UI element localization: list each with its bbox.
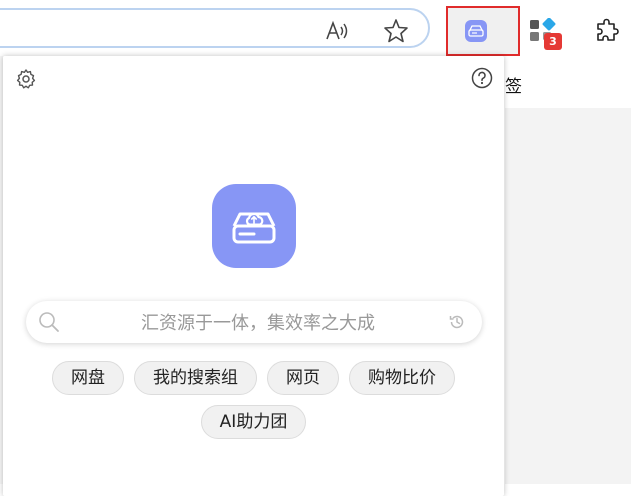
chip-row-2: AI助力团: [3, 405, 504, 439]
extension-popup: 网盘 我的搜索组 网页 购物比价 AI助力团: [3, 56, 504, 496]
extensions-puzzle-icon[interactable]: [595, 18, 621, 44]
cloud-drive-extension-icon: [465, 20, 487, 42]
chip-my-search-groups[interactable]: 我的搜索组: [134, 361, 257, 395]
chip-price-compare[interactable]: 购物比价: [349, 361, 455, 395]
read-aloud-icon[interactable]: [323, 17, 351, 45]
bookmark-bar-text: 签: [505, 77, 522, 97]
extension-badge-count: 3: [544, 33, 562, 50]
help-question-icon[interactable]: [471, 67, 493, 89]
favorite-star-icon[interactable]: [382, 17, 410, 45]
cloud-drive-logo-icon: [212, 184, 296, 268]
chip-web[interactable]: 网页: [267, 361, 339, 395]
chip-ai-helpers[interactable]: AI助力团: [200, 405, 307, 439]
settings-gear-icon[interactable]: [15, 68, 37, 90]
search-input[interactable]: [76, 307, 440, 339]
address-bar[interactable]: [0, 8, 430, 48]
cloud-drive-extension-button[interactable]: [446, 6, 520, 56]
chip-cloud-drive[interactable]: 网盘: [52, 361, 124, 395]
quick-category-chips: 网盘 我的搜索组 网页 购物比价 AI助力团: [3, 361, 504, 449]
history-icon[interactable]: [448, 313, 466, 331]
search-icon: [38, 311, 60, 333]
search-box: [26, 301, 482, 343]
page-background: [505, 108, 631, 484]
chip-row-1: 网盘 我的搜索组 网页 购物比价: [3, 361, 504, 395]
